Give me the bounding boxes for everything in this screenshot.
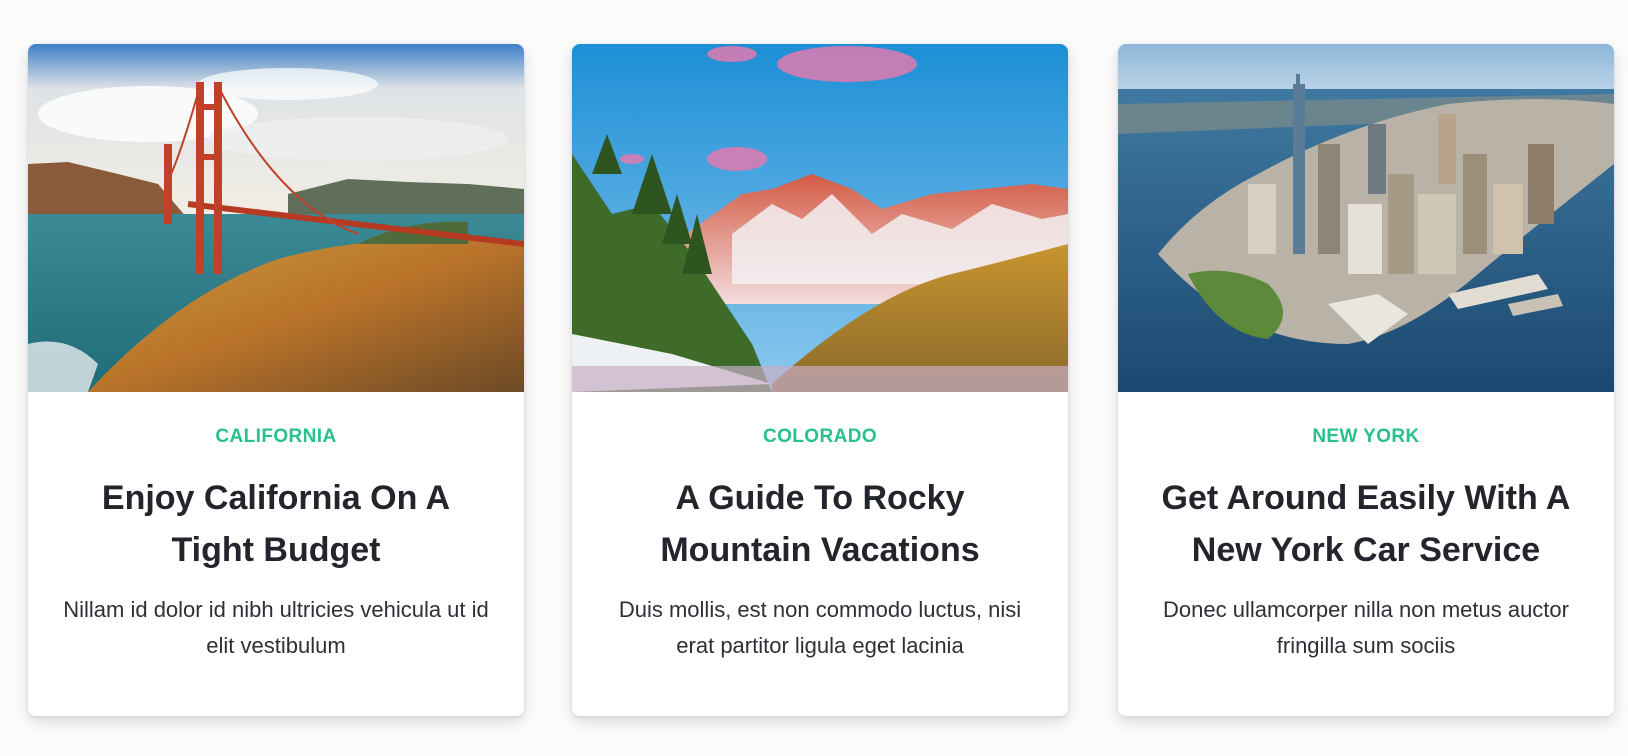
article-excerpt: Nillam id dolor id nibh ultricies vehicu… [63,597,489,658]
article-card-california[interactable]: CALIFORNIA Enjoy California On A Tight B… [28,44,524,716]
article-excerpt: Duis mollis, est non commodo luctus, nis… [618,597,1022,658]
category-label[interactable]: COLORADO [572,426,1068,448]
article-title[interactable]: Enjoy California On A Tight Budget [58,472,494,576]
article-title[interactable]: A Guide To Rocky Mountain Vacations [602,472,1038,576]
card-body: NEW YORK Get Around Easily With A New Yo… [1118,392,1614,716]
new-york-skyline-image[interactable] [1118,44,1614,392]
category-label[interactable]: CALIFORNIA [28,426,524,448]
card-body: CALIFORNIA Enjoy California On A Tight B… [28,392,524,716]
california-bridge-image[interactable] [28,44,524,392]
article-excerpt: Donec ullamcorper nilla non metus auctor… [1163,597,1569,658]
article-card-new-york[interactable]: NEW YORK Get Around Easily With A New Yo… [1118,44,1614,716]
category-label[interactable]: NEW YORK [1118,426,1614,448]
article-card-colorado[interactable]: COLORADO A Guide To Rocky Mountain Vacat… [572,44,1068,716]
colorado-mountains-image[interactable] [572,44,1068,392]
card-body: COLORADO A Guide To Rocky Mountain Vacat… [572,392,1068,716]
article-title[interactable]: Get Around Easily With A New York Car Se… [1148,472,1584,576]
